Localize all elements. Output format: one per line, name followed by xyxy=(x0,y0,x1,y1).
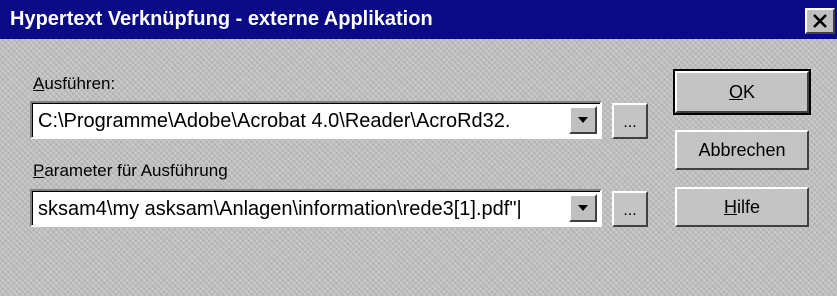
exec-dropdown-button[interactable] xyxy=(569,106,597,134)
params-combobox[interactable]: sksam4\my asksam\Anlagen\information\red… xyxy=(30,189,602,227)
help-rest: ilfe xyxy=(736,196,760,217)
close-icon xyxy=(813,14,827,28)
exec-combobox[interactable]: C:\Programme\Adobe\Acrobat 4.0\Reader\Ac… xyxy=(30,101,602,139)
exec-label-accel: A xyxy=(33,74,45,93)
ok-button[interactable]: OK xyxy=(673,69,811,115)
exec-browse-button[interactable]: ... xyxy=(612,103,648,139)
help-button[interactable]: Hilfe xyxy=(675,187,809,227)
params-dropdown-button[interactable] xyxy=(569,194,597,222)
close-button[interactable] xyxy=(805,8,835,34)
window-title: Hypertext Verknüpfung - externe Applikat… xyxy=(10,8,433,30)
chevron-down-icon xyxy=(578,205,588,211)
params-browse-button[interactable]: ... xyxy=(612,191,648,227)
chevron-down-icon xyxy=(578,117,588,123)
exec-value[interactable]: C:\Programme\Adobe\Acrobat 4.0\Reader\Ac… xyxy=(38,109,510,133)
params-label: Parameter für Ausführung xyxy=(33,161,228,181)
params-label-rest: arameter für Ausführung xyxy=(44,161,228,180)
exec-label: Ausführen: xyxy=(33,74,115,94)
exec-label-rest: usführen: xyxy=(44,74,116,93)
help-accel: H xyxy=(723,196,737,217)
cancel-button[interactable]: Abbrechen xyxy=(675,130,809,170)
dialog-window: Hypertext Verknüpfung - externe Applikat… xyxy=(0,0,837,296)
ok-accel: O xyxy=(728,81,743,102)
params-value[interactable]: sksam4\my asksam\Anlagen\information\red… xyxy=(38,197,522,221)
ok-rest: K xyxy=(743,81,756,102)
params-label-accel: P xyxy=(33,161,45,180)
title-bar[interactable]: Hypertext Verknüpfung - externe Applikat… xyxy=(0,0,837,39)
